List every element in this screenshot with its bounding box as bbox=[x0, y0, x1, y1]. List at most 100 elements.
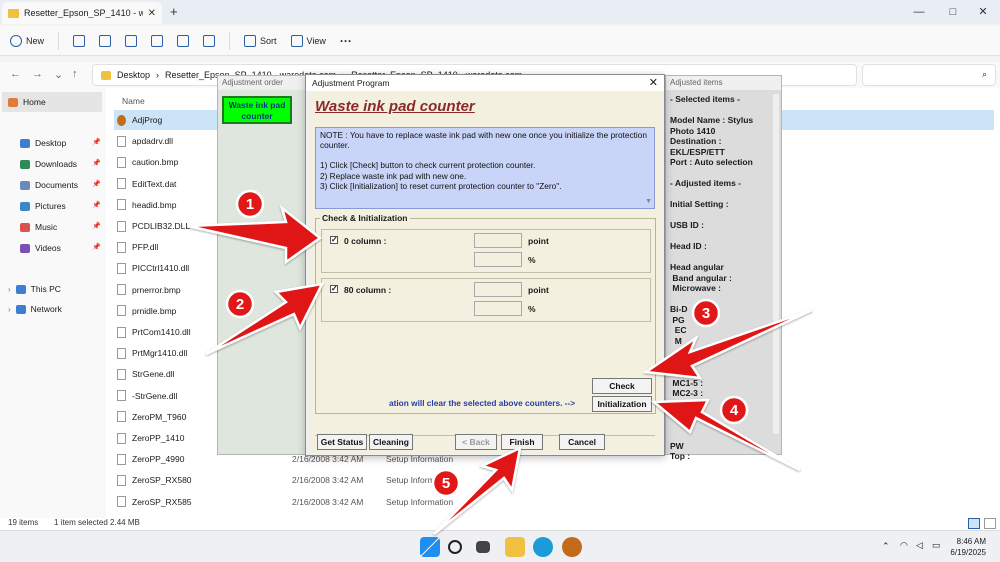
adjusted-items-line: M bbox=[670, 335, 682, 346]
cleaning-button[interactable]: Cleaning bbox=[369, 434, 413, 450]
tray-chevron-icon[interactable]: ⌃ bbox=[882, 541, 890, 552]
expand-chevron-icon[interactable]: › bbox=[8, 285, 11, 294]
get-status-button[interactable]: Get Status bbox=[317, 434, 367, 450]
minimize-button[interactable]: — bbox=[902, 3, 936, 21]
file-icon bbox=[117, 156, 126, 168]
recent-chevron-icon[interactable]: ⌄ bbox=[54, 68, 63, 81]
sidebar-item-downloads[interactable]: Downloads bbox=[20, 155, 77, 173]
sidebar-item-documents[interactable]: Documents bbox=[20, 176, 78, 194]
column-80-percent-value bbox=[474, 301, 522, 316]
up-arrow-icon[interactable]: ↑ bbox=[72, 68, 78, 80]
adjusted-items-line bbox=[670, 409, 770, 420]
column-0-checkbox[interactable]: ✓ bbox=[330, 236, 338, 244]
scroll-down-icon[interactable]: ▼ bbox=[645, 197, 652, 207]
adjusted-items-line bbox=[670, 357, 770, 368]
desktop-icon bbox=[20, 138, 30, 148]
close-window-button[interactable]: ✕ bbox=[966, 3, 1000, 21]
sidebar-item-network[interactable]: › Network bbox=[8, 300, 62, 318]
column-header-name[interactable]: Name bbox=[122, 96, 145, 106]
check-button[interactable]: Check bbox=[592, 378, 652, 394]
adjustment-program-dialog: Adjustment Program ✕ Waste ink pad count… bbox=[305, 74, 665, 456]
adjusted-items-line bbox=[670, 189, 770, 200]
windows-start-icon[interactable] bbox=[420, 537, 440, 557]
close-tab-icon[interactable]: ✕ bbox=[148, 8, 156, 19]
file-date: 2/16/2008 3:42 AM bbox=[292, 496, 364, 507]
file-icon bbox=[117, 220, 126, 232]
more-button[interactable]: ··· bbox=[340, 34, 352, 48]
adjprog-app-icon[interactable] bbox=[562, 537, 582, 557]
file-icon bbox=[117, 199, 126, 211]
dialog-close-button[interactable]: ✕ bbox=[649, 76, 658, 89]
task-view-icon[interactable] bbox=[476, 541, 490, 553]
sidebar-item-this-pc[interactable]: › This PC bbox=[8, 280, 61, 298]
folder-icon bbox=[8, 8, 19, 18]
sidebar-item-label: Documents bbox=[35, 180, 78, 190]
new-button[interactable]: New bbox=[10, 34, 44, 47]
file-icon bbox=[117, 135, 126, 147]
column-80-checkbox[interactable]: ✓ bbox=[330, 285, 338, 293]
adjusted-items-line bbox=[670, 367, 770, 378]
selection-info: 1 item selected 2.44 MB bbox=[54, 518, 140, 527]
wifi-icon[interactable]: ◠ bbox=[900, 540, 908, 551]
column-80-label: 80 column : bbox=[344, 285, 392, 295]
sidebar-item-label: Desktop bbox=[35, 138, 67, 148]
back-arrow-icon[interactable]: ← bbox=[10, 68, 21, 80]
delete-icon[interactable] bbox=[203, 34, 216, 47]
adjusted-items-line: Head angular bbox=[670, 262, 724, 272]
file-icon bbox=[117, 241, 126, 253]
battery-icon[interactable]: ▭ bbox=[932, 540, 941, 551]
sidebar-item-label: Home bbox=[23, 97, 46, 107]
sort-button[interactable]: Sort bbox=[244, 34, 277, 47]
forward-arrow-icon[interactable]: → bbox=[32, 68, 43, 80]
more-label: ··· bbox=[339, 33, 352, 48]
finish-button[interactable]: Finish bbox=[501, 434, 543, 450]
file-row[interactable]: ZeroSP_RX580 2/16/2008 3:42 AM Setup Infor… bbox=[114, 470, 994, 490]
back-button[interactable]: < Back bbox=[455, 434, 497, 450]
paste-icon[interactable] bbox=[125, 34, 138, 47]
speaker-icon[interactable]: ◁ bbox=[916, 540, 923, 551]
file-row[interactable]: ZeroSP_RX585 2/16/2008 3:42 AM Setup Infor… bbox=[114, 492, 994, 512]
navigation-pane: Home Desktop 📌 Downloads 📌 Documents 📌 P… bbox=[0, 88, 106, 518]
adjusted-items-line bbox=[670, 231, 770, 242]
sidebar-item-pictures[interactable]: Pictures bbox=[20, 197, 66, 215]
sidebar-item-desktop[interactable]: Desktop bbox=[20, 134, 66, 152]
share-icon[interactable] bbox=[177, 34, 190, 47]
details-view-icon[interactable] bbox=[968, 518, 980, 529]
item-count: 19 items bbox=[8, 518, 39, 527]
file-icon bbox=[117, 474, 126, 486]
breadcrumb-separator-icon: › bbox=[156, 70, 160, 80]
adjustment-order-title: Adjustment order bbox=[218, 76, 311, 90]
waste-ink-pad-counter-item[interactable]: Waste ink pad counter bbox=[222, 96, 292, 124]
system-clock[interactable]: 8:46 AM 6/19/2025 bbox=[950, 536, 986, 558]
rename-icon[interactable] bbox=[151, 34, 164, 47]
network-icon bbox=[15, 304, 26, 314]
expand-chevron-icon[interactable]: › bbox=[8, 305, 11, 314]
view-button[interactable]: View bbox=[290, 34, 326, 47]
edge-browser-icon[interactable] bbox=[533, 537, 553, 557]
search-icon[interactable] bbox=[448, 540, 462, 554]
cut-icon[interactable] bbox=[73, 34, 86, 47]
maximize-button[interactable]: □ bbox=[936, 3, 970, 21]
sidebar-item-label: Pictures bbox=[35, 201, 66, 211]
cancel-button[interactable]: Cancel bbox=[559, 434, 605, 450]
file-type: Setup Information bbox=[386, 475, 454, 486]
file-explorer-icon[interactable] bbox=[505, 537, 525, 557]
adjusted-items-scrollbar[interactable] bbox=[773, 94, 779, 434]
search-input[interactable]: ⌕ bbox=[862, 64, 996, 86]
explorer-tab[interactable]: Resetter_Epson_SP_1410 - war ✕ bbox=[2, 2, 162, 24]
initialization-button[interactable]: Initialization bbox=[592, 396, 652, 412]
adjusted-items-line: EC bbox=[670, 325, 687, 335]
copy-icon[interactable] bbox=[99, 34, 112, 47]
file-icon bbox=[117, 453, 126, 465]
sidebar-item-videos[interactable]: Videos bbox=[20, 239, 61, 257]
sidebar-item-label: This PC bbox=[30, 284, 61, 294]
column-80-percent-unit: % bbox=[528, 304, 536, 314]
new-tab-button[interactable]: + bbox=[170, 4, 178, 19]
breadcrumb-desktop[interactable]: Desktop bbox=[117, 70, 150, 80]
file-name: ZeroSP_RX580 bbox=[132, 475, 192, 486]
sidebar-item-home[interactable]: Home bbox=[2, 92, 102, 112]
tiles-view-icon[interactable] bbox=[984, 518, 996, 529]
sidebar-item-music[interactable]: Music bbox=[20, 218, 57, 236]
file-name: ZeroPP_4990 bbox=[132, 454, 185, 465]
adjusted-items-line bbox=[670, 210, 770, 221]
